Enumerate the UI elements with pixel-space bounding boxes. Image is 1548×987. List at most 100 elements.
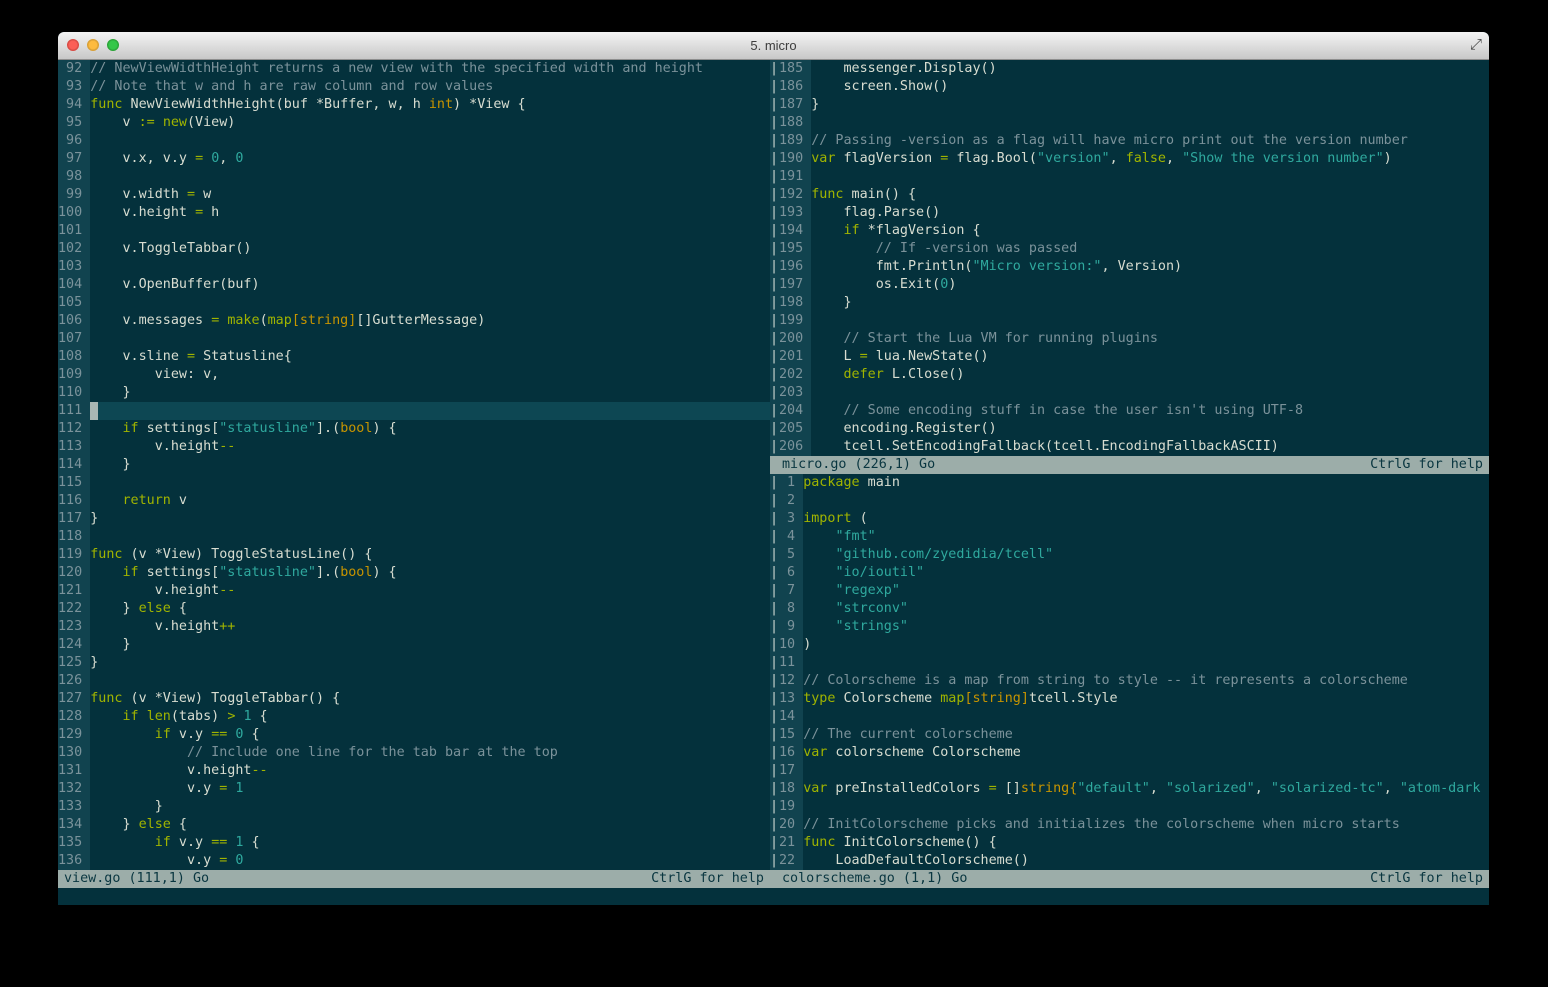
line-number: 93: [58, 78, 91, 96]
code-line: 95 v := new(View): [58, 114, 236, 132]
code-line: | 14: [770, 708, 1489, 726]
line-number: 189: [779, 132, 812, 150]
line-number: 199: [779, 312, 812, 330]
code-line: 98: [58, 168, 770, 186]
code-line: | 1 package main: [770, 474, 900, 492]
line-number: 203: [779, 384, 812, 402]
zoom-button[interactable]: [107, 39, 119, 51]
split-divider: |: [770, 114, 779, 132]
editor-pane-colorscheme-go[interactable]: | 1 package main | 2 | 3 import (| 4 "fmt…: [770, 474, 1489, 870]
split-divider: |: [770, 186, 779, 204]
code-line: | 193 flag.Parse(): [770, 204, 941, 222]
traffic-lights: [67, 39, 119, 51]
split-divider: |: [770, 474, 779, 492]
line-number: 11: [779, 654, 804, 672]
line-number: 125: [58, 654, 91, 672]
code-line: | 200 // Start the Lua VM for running plu…: [770, 330, 1158, 348]
command-message-line[interactable]: [58, 888, 1489, 905]
statusbar-view-go: view.go (111,1) Go CtrlG for help: [58, 870, 770, 888]
code-line: | 10 ): [770, 636, 812, 654]
window-titlebar[interactable]: 5. micro ⤢: [58, 32, 1489, 60]
line-number: 113: [58, 438, 91, 456]
close-button[interactable]: [67, 39, 79, 51]
line-number: 101: [58, 222, 91, 240]
editor-pane-view-go[interactable]: 92 // NewViewWidthHeight returns a new v…: [58, 60, 770, 870]
split-divider: |: [770, 492, 779, 510]
line-number: 194: [779, 222, 812, 240]
line-number: 122: [58, 600, 91, 618]
editor-content: 92 // NewViewWidthHeight returns a new v…: [58, 60, 1489, 888]
code-line: 121 v.height--: [58, 582, 236, 600]
line-number: 107: [58, 330, 91, 348]
line-number: 10: [779, 636, 804, 654]
split-divider: |: [770, 150, 779, 168]
code-line: 92 // NewViewWidthHeight returns a new v…: [58, 60, 703, 78]
code-line: 96: [58, 132, 770, 150]
code-line: 123 v.height++: [58, 618, 236, 636]
line-number: 127: [58, 690, 91, 708]
code-line: | 191: [770, 168, 1489, 186]
split-divider: |: [770, 762, 779, 780]
terminal-window: 5. micro ⤢ 92 // NewViewWidthHeight retu…: [58, 32, 1489, 905]
statusbar-help-hint: CtrlG for help: [1370, 871, 1483, 886]
code-line: 110 }: [58, 384, 131, 402]
line-number: 19: [779, 798, 804, 816]
split-divider: |: [770, 366, 779, 384]
resize-arrows-icon[interactable]: ⤢: [1470, 35, 1482, 53]
line-number: 7: [779, 582, 804, 600]
code-line: 136 v.y = 0: [58, 852, 244, 870]
code-line: 134 } else {: [58, 816, 187, 834]
line-number: 96: [58, 132, 91, 150]
line-number: 20: [779, 816, 804, 834]
line-number: 133: [58, 798, 91, 816]
split-divider: |: [770, 60, 779, 78]
line-number: 1: [779, 474, 804, 492]
split-divider: |: [770, 582, 779, 600]
desktop-background: 5. micro ⤢ 92 // NewViewWidthHeight retu…: [0, 0, 1548, 987]
split-divider: |: [770, 564, 779, 582]
split-divider: |: [770, 78, 779, 96]
code-line: 109 view: v,: [58, 366, 220, 384]
code-line: 100 v.height = h: [58, 204, 220, 222]
split-divider: |: [770, 780, 779, 798]
code-line: 135 if v.y == 1 {: [58, 834, 260, 852]
code-line: 103: [58, 258, 770, 276]
split-divider: |: [770, 402, 779, 420]
split-divider: |: [770, 816, 779, 834]
split-divider: |: [770, 420, 779, 438]
split-divider: |: [770, 330, 779, 348]
line-number: 120: [58, 564, 91, 582]
editor-pane-micro-go[interactable]: | 185 messenger.Display() | 186 screen.Show…: [770, 60, 1489, 456]
line-number: 134: [58, 816, 91, 834]
window-title: 5. micro: [750, 37, 797, 53]
code-line: 128 if len(tabs) > 1 {: [58, 708, 268, 726]
code-line: 105: [58, 294, 770, 312]
code-line: 93 // Note that w and h are raw column a…: [58, 78, 494, 96]
statusbar-help-hint: CtrlG for help: [1370, 457, 1483, 472]
code-line: 118: [58, 528, 770, 546]
minimize-button[interactable]: [87, 39, 99, 51]
code-line: | 206 tcell.SetEncodingFallback(tcell.Enc…: [770, 438, 1279, 456]
line-number: 108: [58, 348, 91, 366]
line-number: 15: [779, 726, 804, 744]
line-number: 187: [779, 96, 812, 114]
line-number: 4: [779, 528, 804, 546]
line-number: 2: [779, 492, 804, 510]
line-number: 97: [58, 150, 91, 168]
code-line: | 22 LoadDefaultColorscheme(): [770, 852, 1029, 870]
code-line: | 185 messenger.Display(): [770, 60, 997, 78]
split-divider: |: [770, 798, 779, 816]
split-divider: |: [770, 618, 779, 636]
statusbar-micro-go: micro.go (226,1) Go CtrlG for help: [770, 456, 1489, 474]
code-line: | 12 // Colorscheme is a map from string …: [770, 672, 1408, 690]
code-line: 127 func (v *View) ToggleTabbar() {: [58, 690, 341, 708]
text-cursor: [90, 402, 99, 420]
split-divider: |: [770, 852, 779, 870]
split-divider: |: [770, 222, 779, 240]
split-divider: |: [770, 636, 779, 654]
line-number: 192: [779, 186, 812, 204]
code-line: 119 func (v *View) ToggleStatusLine() {: [58, 546, 373, 564]
line-number: 104: [58, 276, 91, 294]
code-line: | 187 }: [770, 96, 820, 114]
code-line: | 192 func main() {: [770, 186, 917, 204]
